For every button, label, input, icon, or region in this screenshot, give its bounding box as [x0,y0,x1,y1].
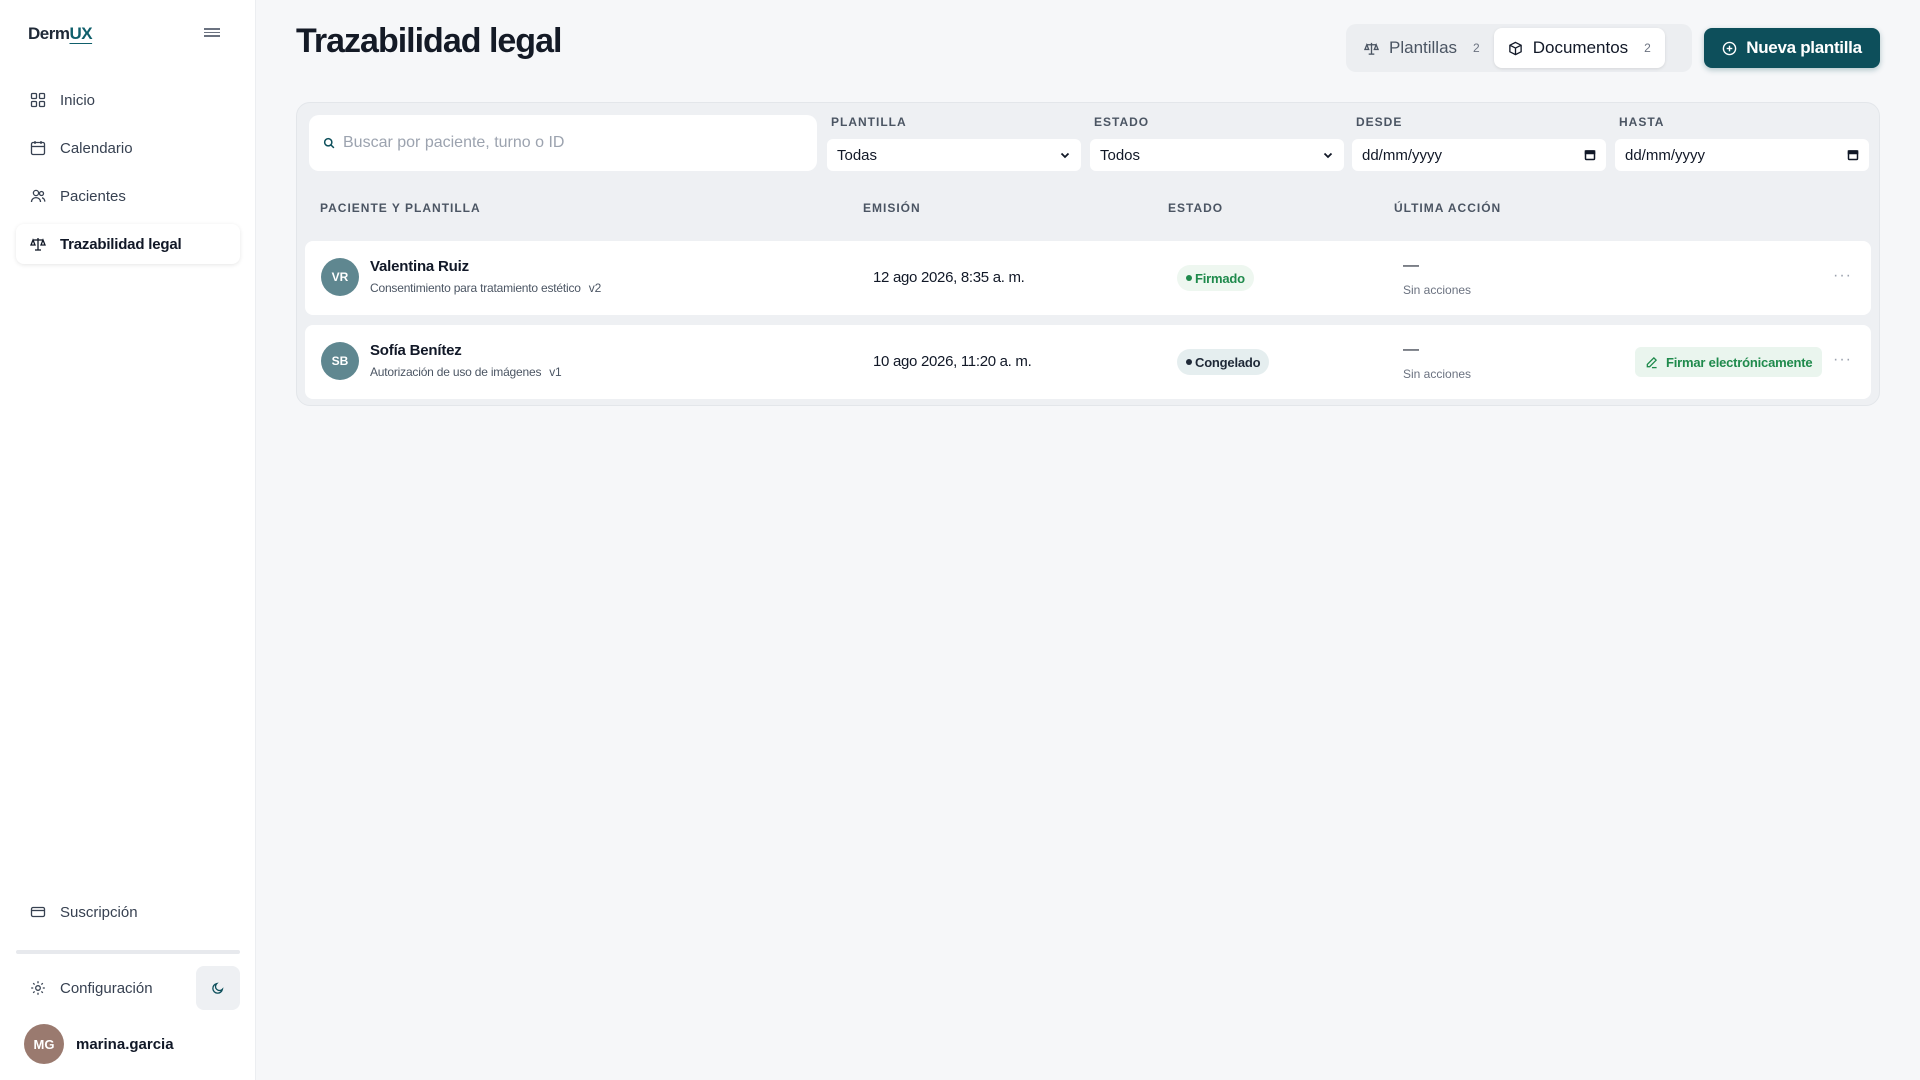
search-icon [323,137,335,149]
template-info: Consentimiento para tratamiento estético… [370,281,601,295]
sidebar-item-label: Calendario [60,139,133,157]
last-action-note: Sin acciones [1403,283,1472,297]
status-badge: Firmado [1177,265,1254,291]
sidebar: DermUX Inicio Calendario Pacientes Traza… [0,0,256,1080]
tab-count: 2 [1644,41,1651,55]
sidebar-item-inicio[interactable]: Inicio [16,80,240,120]
logo-main: Derm [28,24,70,43]
template-name: Autorización de uso de imágenes [370,365,542,379]
issued-date: 10 ago 2026, 11:20 a. m. [873,353,1032,370]
new-template-label: Nueva plantilla [1746,38,1862,57]
filter-label: PLANTILLA [831,115,907,129]
sidebar-settings: Configuración [16,968,188,1016]
tab-plantillas[interactable]: Plantillas 2 [1350,28,1494,68]
select-value: Todos [1100,146,1141,164]
filter-label: ESTADO [1094,115,1150,129]
grid-icon [30,92,46,108]
estado-select[interactable]: Todos [1090,139,1344,171]
template-info: Autorización de uso de imágenes v1 [370,365,562,379]
more-options-icon[interactable]: ··· [1833,267,1852,285]
theme-toggle-button[interactable] [196,966,240,1010]
logo-accent: UX [69,24,93,43]
column-header-estado[interactable]: ESTADO [1168,201,1223,215]
filter-desde: DESDE dd/mm/yyyy [1352,115,1606,171]
page-title: Trazabilidad legal [296,22,562,60]
sidebar-item-label: Trazabilidad legal [60,235,182,253]
view-tabs: Plantillas 2 Documentos 2 [1346,24,1692,72]
last-action: — [1403,341,1419,358]
plus-circle-icon [1722,41,1737,55]
calendar-icon [1584,150,1596,161]
menu-toggle-icon[interactable] [204,26,220,40]
sidebar-bottom: Suscripción [16,892,240,940]
hasta-date-input[interactable]: dd/mm/yyyy [1615,139,1869,171]
table-row[interactable]: SB Sofía Benítez Autorización de uso de … [305,325,1871,399]
filter-plantilla: PLANTILLA Todas [827,115,1081,171]
sidebar-divider [16,950,240,954]
search-input[interactable] [343,134,803,152]
template-version: v1 [549,365,562,379]
scale-icon [30,238,46,251]
tab-label: Plantillas [1389,38,1458,57]
scale-icon [1364,42,1379,55]
filter-label: DESDE [1356,115,1403,129]
template-name: Consentimiento para tratamiento estético [370,281,581,295]
sidebar-item-label: Configuración [60,979,153,997]
patient-name: Sofía Benítez [370,342,462,359]
last-action-note: Sin acciones [1403,367,1472,381]
sidebar-item-label: Suscripción [60,903,138,921]
user-profile[interactable]: MG marina.garcia [24,1024,174,1064]
chevron-down-icon [1323,152,1333,159]
column-header-ultima-accion[interactable]: ÚLTIMA ACCIÓN [1394,201,1501,215]
sidebar-item-suscripcion[interactable]: Suscripción [16,892,240,932]
filter-label: HASTA [1619,115,1665,129]
column-header-paciente[interactable]: PACIENTE Y PLANTILLA [320,201,481,215]
table-row[interactable]: VR Valentina Ruiz Consentimiento para tr… [305,241,1871,315]
calendar-icon [30,141,46,156]
moon-icon [212,982,224,994]
filter-estado: ESTADO Todos [1090,115,1344,171]
search-box[interactable] [309,115,817,171]
filter-hasta: HASTA dd/mm/yyyy [1615,115,1869,171]
users-icon [30,189,46,203]
sidebar-nav: Inicio Calendario Pacientes Trazabilidad… [16,80,240,272]
gear-icon [31,981,45,995]
sign-label: Firmar electrónicamente [1666,354,1813,370]
tab-documentos[interactable]: Documentos 2 [1493,28,1665,68]
avatar: MG [24,1024,64,1064]
select-value: Todas [837,146,878,164]
desde-date-input[interactable]: dd/mm/yyyy [1352,139,1606,171]
last-action: — [1403,257,1419,274]
status-badge: Congelado [1177,349,1270,375]
sidebar-item-trazabilidad-legal[interactable]: Trazabilidad legal [16,224,240,264]
sidebar-item-label: Pacientes [60,187,126,205]
patient-name: Valentina Ruiz [370,258,469,275]
card-icon [30,906,46,918]
chevron-down-icon [1060,152,1070,159]
new-template-button[interactable]: Nueva plantilla [1704,28,1880,68]
calendar-icon [1847,150,1859,161]
sidebar-item-pacientes[interactable]: Pacientes [16,176,240,216]
sign-electronically-button[interactable]: Firmar electrónicamente [1635,347,1823,377]
date-value: dd/mm/yyyy [1362,146,1443,164]
patient-avatar: SB [321,342,359,380]
column-header-emision[interactable]: EMISIÓN [863,201,921,215]
more-options-icon[interactable]: ··· [1833,351,1852,369]
documents-card: PLANTILLA Todas ESTADO Todos DESDE dd/mm… [296,102,1880,406]
date-value: dd/mm/yyyy [1625,146,1706,164]
box-icon [1508,41,1522,55]
user-name: marina.garcia [76,1035,174,1053]
issued-date: 12 ago 2026, 8:35 a. m. [873,269,1025,286]
patient-avatar: VR [321,258,359,296]
pen-icon [1646,356,1658,368]
sidebar-item-calendario[interactable]: Calendario [16,128,240,168]
tab-label: Documentos [1532,38,1629,57]
template-version: v2 [588,281,602,295]
tab-count: 2 [1473,41,1480,55]
sidebar-item-configuracion[interactable]: Configuración [16,968,188,1008]
plantilla-select[interactable]: Todas [827,139,1081,171]
sidebar-item-label: Inicio [60,91,96,109]
app-logo[interactable]: DermUX [28,24,93,44]
